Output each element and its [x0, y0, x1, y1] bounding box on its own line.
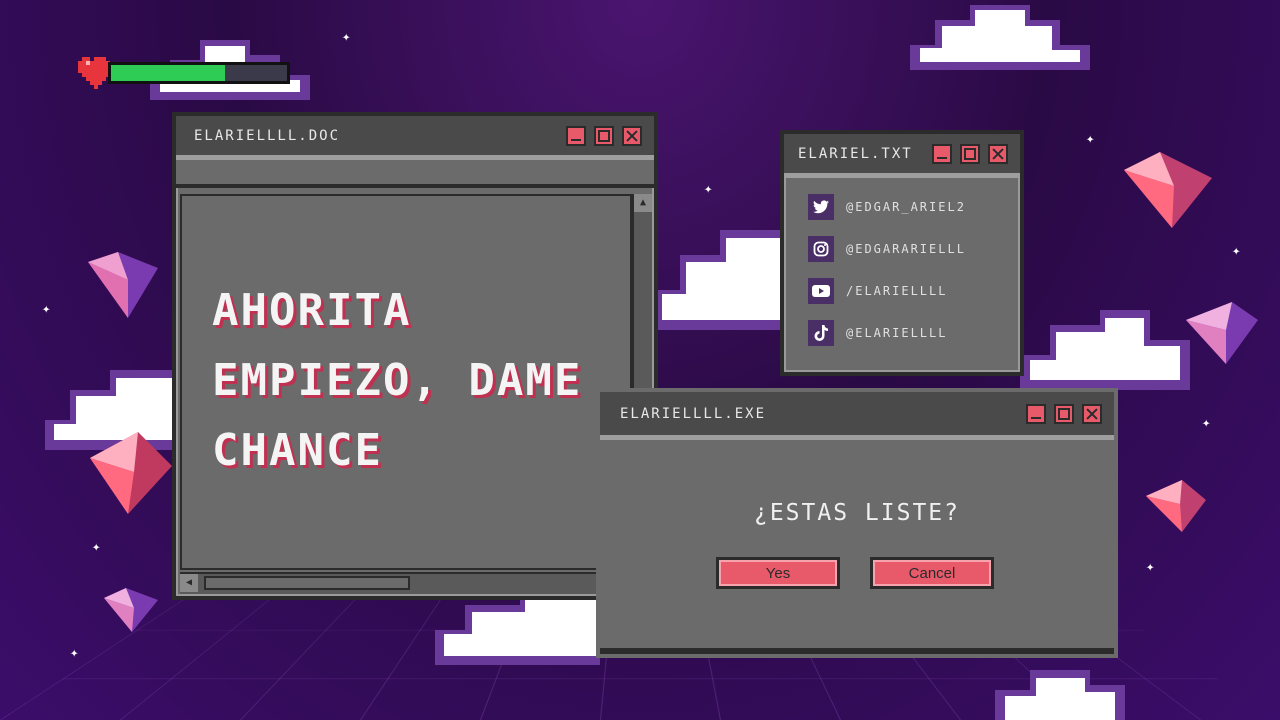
txt-window: ELARIEL.TXT @EDGAR_ARIEL2 @EDGARARIELLL … — [780, 130, 1024, 376]
horizontal-scrollbar[interactable]: ◀ — [180, 572, 632, 594]
txt-titlebar[interactable]: ELARIEL.TXT — [784, 134, 1020, 178]
social-list: @EDGAR_ARIEL2 @EDGARARIELLL /ELARIELLLL … — [784, 178, 1020, 354]
gem-icon — [88, 252, 158, 318]
sparkle-icon: ✦ — [1146, 559, 1155, 575]
twitter-handle: @EDGAR_ARIEL2 — [846, 200, 966, 214]
txt-window-title: ELARIEL.TXT — [798, 145, 913, 162]
social-item-youtube[interactable]: /ELARIELLLL — [784, 270, 1020, 312]
sparkle-icon: ✦ — [1202, 415, 1211, 431]
sparkle-icon: ✦ — [42, 301, 51, 317]
sparkle-icon: ✦ — [92, 539, 101, 555]
dialog-question: ¿ESTAS LISTE? — [753, 500, 960, 526]
gem-icon — [104, 588, 158, 632]
sparkle-icon: ✦ — [342, 29, 351, 45]
instagram-icon — [808, 236, 834, 262]
close-button[interactable] — [988, 143, 1008, 164]
doc-body-text: AHORITA EMPIEZO, DAME CHANCE — [212, 276, 582, 486]
minimize-button[interactable] — [1026, 403, 1046, 424]
sparkle-icon: ✦ — [1086, 131, 1095, 147]
minimize-button[interactable] — [932, 143, 952, 164]
doc-line: CHANCE — [212, 425, 383, 476]
twitter-icon — [808, 194, 834, 220]
doc-line: AHORITA — [212, 285, 412, 336]
maximize-button[interactable] — [594, 125, 614, 146]
exe-window-title: ELARIELLLL.EXE — [620, 405, 767, 422]
youtube-icon — [808, 278, 834, 304]
maximize-button[interactable] — [960, 143, 980, 164]
sparkle-icon: ✦ — [70, 645, 79, 661]
tiktok-icon — [808, 320, 834, 346]
instagram-handle: @EDGARARIELLL — [846, 242, 966, 256]
scroll-thumb[interactable] — [204, 576, 410, 590]
gem-icon — [90, 432, 172, 514]
tiktok-handle: @ELARIELLLL — [846, 326, 948, 340]
doc-line: EMPIEZO, DAME — [212, 355, 583, 406]
cloud — [910, 5, 1090, 70]
sparkle-icon: ✦ — [704, 181, 713, 197]
cloud — [655, 230, 790, 330]
health-bar — [78, 56, 298, 90]
gem-icon — [1146, 480, 1206, 532]
health-track — [108, 62, 290, 84]
dialog-bottom-edge — [600, 648, 1114, 654]
doc-menubar — [176, 160, 654, 188]
social-item-tiktok[interactable]: @ELARIELLLL — [784, 312, 1020, 354]
gem-icon — [1186, 302, 1258, 364]
close-button[interactable] — [622, 125, 642, 146]
exe-window: ELARIELLLL.EXE ¿ESTAS LISTE? Yes Cancel — [596, 388, 1118, 658]
cloud — [995, 670, 1125, 720]
sparkle-icon: ✦ — [1232, 243, 1241, 259]
social-item-instagram[interactable]: @EDGARARIELLL — [784, 228, 1020, 270]
youtube-handle: /ELARIELLLL — [846, 284, 948, 298]
scroll-up-icon[interactable]: ▲ — [634, 194, 652, 212]
exe-titlebar[interactable]: ELARIELLLL.EXE — [600, 392, 1114, 440]
cloud — [1020, 310, 1190, 390]
gem-icon — [1124, 152, 1212, 228]
social-item-twitter[interactable]: @EDGAR_ARIEL2 — [784, 186, 1020, 228]
doc-titlebar[interactable]: ELARIELLLL.DOC — [176, 116, 654, 160]
close-button[interactable] — [1082, 403, 1102, 424]
health-fill — [111, 65, 226, 81]
maximize-button[interactable] — [1054, 403, 1074, 424]
cancel-button[interactable]: Cancel — [870, 557, 994, 589]
doc-window-title: ELARIELLLL.DOC — [194, 127, 341, 144]
yes-button[interactable]: Yes — [716, 557, 840, 589]
scroll-left-icon[interactable]: ◀ — [180, 574, 198, 592]
doc-window: ELARIELLLL.DOC ▲ ◀ AHORITA EMPIEZO, DAME… — [172, 112, 658, 600]
minimize-button[interactable] — [566, 125, 586, 146]
